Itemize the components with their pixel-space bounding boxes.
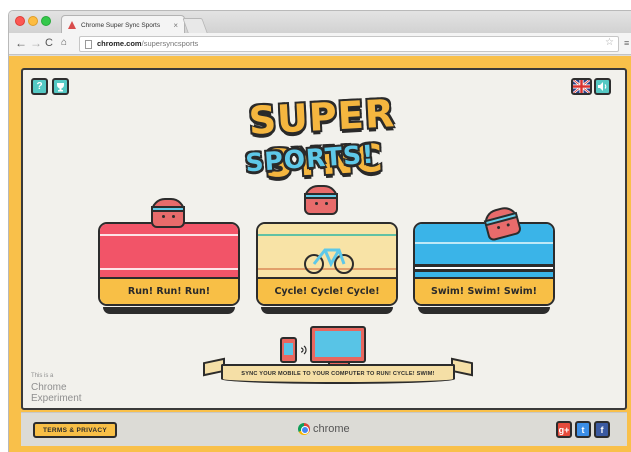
chrome-icon [298, 423, 310, 435]
headband [304, 193, 338, 199]
sync-banner: SYNC YOUR MOBILE TO YOUR COMPUTER TO RUN… [221, 364, 455, 384]
computer-illustration [310, 326, 366, 363]
experiment-line1: This is a [31, 373, 54, 379]
run-scene [100, 224, 238, 278]
bookmark-star-icon[interactable]: ☆ [605, 37, 614, 48]
chrome-experiment-credit: This is a Chrome Experiment [31, 371, 82, 404]
track-line [100, 234, 238, 236]
speaker-icon [597, 82, 606, 91]
url-host: chrome.com [97, 39, 142, 48]
forward-button[interactable]: → [30, 36, 42, 50]
favicon-icon [68, 21, 76, 29]
run-label: Run! Run! Run! [100, 277, 238, 304]
page-icon [85, 40, 92, 49]
game-canvas: ? SUPER SYNC SPORTS! Run! Run! Run! Cycl… [21, 68, 627, 410]
address-bar[interactable]: chrome.com/supersyncsports ☆ [79, 36, 619, 52]
cycle-label: Cycle! Cycle! Cycle! [258, 277, 396, 304]
character-eye [172, 215, 175, 218]
logo-super-sync: SUPER SYNC [247, 91, 397, 187]
experiment-line2: Chrome [31, 382, 67, 393]
tab-title: Chrome Super Sync Sports [81, 21, 161, 29]
uk-flag-icon [573, 80, 590, 93]
run-card[interactable]: Run! Run! Run! [98, 222, 240, 306]
tab-close-icon[interactable]: × [173, 21, 178, 30]
character-head [304, 185, 338, 215]
url-text[interactable]: chrome.com/supersyncsports [97, 39, 198, 48]
card-shadow [261, 307, 393, 314]
headband [151, 206, 185, 212]
home-button[interactable]: ⌂ [61, 36, 67, 50]
monitor-screen [315, 331, 361, 357]
character-eye [506, 223, 511, 227]
experiment-line3: Experiment [31, 393, 82, 404]
reload-button[interactable]: C [45, 36, 53, 50]
language-button[interactable] [571, 78, 592, 95]
headband [483, 211, 519, 227]
tab-bar: Chrome Super Sync Sports × [9, 11, 631, 34]
swim-scene [415, 224, 553, 278]
twitter-button[interactable]: t [575, 421, 591, 438]
character-eye [325, 202, 328, 205]
browser-toolbar: ← → C ⌂ chrome.com/supersyncsports ☆ ≡ [9, 33, 631, 55]
chrome-wordmark: chrome [313, 423, 350, 435]
lane-marking [415, 267, 553, 269]
maximize-window-button[interactable] [41, 16, 51, 26]
help-button[interactable]: ? [31, 78, 48, 95]
cycle-scene [258, 224, 396, 278]
sound-button[interactable] [594, 78, 611, 95]
character-eye [162, 215, 165, 218]
cycle-card[interactable]: Cycle! Cycle! Cycle! [256, 222, 398, 306]
footer: TERMS & PRIVACY chrome g+ t f [21, 412, 627, 446]
google-plus-button[interactable]: g+ [556, 421, 572, 438]
browser-menu-icon[interactable]: ≡ [624, 38, 629, 48]
tab-super-sync-sports[interactable]: Chrome Super Sync Sports × [61, 15, 185, 34]
character-head [151, 198, 185, 228]
terms-privacy-button[interactable]: TERMS & PRIVACY [33, 422, 117, 438]
trophy-icon [57, 82, 64, 91]
bicycle-icon [304, 248, 354, 274]
character-eye [496, 225, 501, 230]
facebook-button[interactable]: f [594, 421, 610, 438]
card-shadow [418, 307, 550, 314]
swim-label: Swim! Swim! Swim! [415, 277, 553, 304]
browser-window: Chrome Super Sync Sports × ← → C ⌂ chrom… [8, 10, 631, 452]
close-window-button[interactable] [15, 16, 25, 26]
mobile-phone-illustration [280, 337, 297, 363]
signal-waves-icon [300, 345, 307, 355]
url-path: /supersyncsports [141, 39, 199, 48]
character-eye [315, 202, 318, 205]
back-button[interactable]: ← [15, 36, 27, 50]
new-tab-button[interactable] [182, 18, 208, 33]
card-shadow [103, 307, 235, 314]
trophy-button[interactable] [52, 78, 69, 95]
track-line [258, 234, 396, 236]
chrome-logo[interactable]: chrome [298, 423, 350, 435]
water-ripple [415, 242, 553, 244]
page-viewport: ? SUPER SYNC SPORTS! Run! Run! Run! Cycl… [9, 56, 631, 452]
swim-card[interactable]: Swim! Swim! Swim! [413, 222, 555, 306]
minimize-window-button[interactable] [28, 16, 38, 26]
track-line [100, 268, 238, 270]
phone-screen [284, 343, 293, 355]
